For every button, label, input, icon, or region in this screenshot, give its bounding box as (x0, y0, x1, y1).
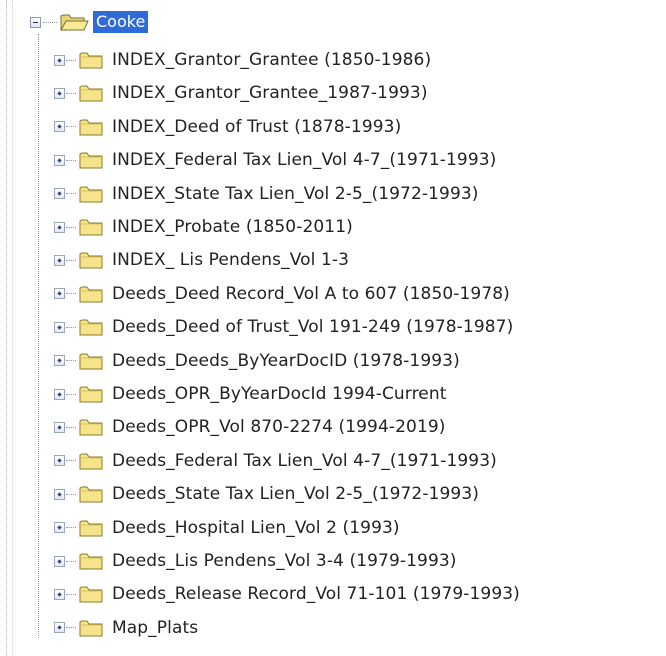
tree-root-node[interactable]: Cooke (30, 8, 149, 36)
tree-node-label[interactable]: Deeds_Deed of Trust_Vol 191-249 (1978-19… (112, 317, 513, 337)
expand-toggle-icon[interactable] (54, 522, 65, 534)
expand-toggle-icon[interactable] (54, 622, 65, 634)
tree-node-label[interactable]: Deeds_OPR_ByYearDocId 1994-Current (112, 384, 447, 404)
tree-node-label[interactable]: INDEX_Federal Tax Lien_Vol 4-7_(1971-199… (112, 150, 496, 170)
expand-toggle-icon[interactable] (54, 121, 65, 133)
folder-icon (78, 49, 104, 71)
tree-node[interactable]: Deeds_Federal Tax Lien_Vol 4-7_(1971-199… (54, 447, 497, 475)
folder-icon (78, 216, 104, 238)
folder-icon (78, 249, 104, 271)
tree-node[interactable]: Deeds_Release Record_Vol 71-101 (1979-19… (54, 580, 520, 608)
expand-toggle-icon[interactable] (54, 154, 65, 166)
tree-node-label[interactable]: Deeds_Hospital Lien_Vol 2 (1993) (112, 518, 400, 538)
tree-node-label[interactable]: INDEX_Grantor_Grantee (1850-1986) (112, 50, 431, 70)
expand-toggle-icon[interactable] (54, 87, 65, 99)
expand-toggle-icon[interactable] (54, 488, 65, 500)
expand-toggle-icon[interactable] (54, 54, 65, 66)
expand-toggle-icon[interactable] (54, 254, 65, 266)
expand-toggle-icon[interactable] (54, 321, 65, 333)
folder-icon (78, 116, 104, 138)
tree-node-label[interactable]: INDEX_State Tax Lien_Vol 2-5_(1972-1993) (112, 184, 479, 204)
tree-node-label[interactable]: Deeds_Deeds_ByYearDocID (1978-1993) (112, 351, 460, 371)
expand-toggle-icon[interactable] (54, 588, 65, 600)
folder-icon (78, 283, 104, 305)
tree-node-label[interactable]: Deeds_Deed Record_Vol A to 607 (1850-197… (112, 284, 510, 304)
folder-icon (78, 517, 104, 539)
tree-node[interactable]: Deeds_State Tax Lien_Vol 2-5_(1972-1993) (54, 480, 479, 508)
folder-icon (78, 550, 104, 572)
expand-toggle-icon[interactable] (54, 221, 65, 233)
folder-icon (78, 316, 104, 338)
folder-icon (78, 483, 104, 505)
folder-icon (78, 583, 104, 605)
tree-node-label[interactable]: INDEX_Probate (1850-2011) (112, 217, 353, 237)
tree-node[interactable]: Deeds_Lis Pendens_Vol 3-4 (1979-1993) (54, 547, 457, 575)
tree-node[interactable]: INDEX_Grantor_Grantee (1850-1986) (54, 46, 431, 74)
tree-root-label[interactable]: Cooke (93, 11, 149, 33)
tree-node[interactable]: INDEX_Federal Tax Lien_Vol 4-7_(1971-199… (54, 146, 496, 174)
folder-icon (78, 617, 104, 639)
tree-node-label[interactable]: INDEX_Deed of Trust (1878-1993) (112, 117, 401, 137)
folder-icon (78, 450, 104, 472)
tree-node-label[interactable]: INDEX_Grantor_Grantee_1987-1993) (112, 83, 428, 103)
tree-node[interactable]: Deeds_Deed of Trust_Vol 191-249 (1978-19… (54, 313, 513, 341)
tree-node-label[interactable]: Deeds_Federal Tax Lien_Vol 4-7_(1971-199… (112, 451, 497, 471)
folder-icon (78, 183, 104, 205)
left-border-line (6, 0, 9, 656)
open-folder-icon (59, 11, 89, 33)
left-border-line-inner (12, 0, 15, 656)
expand-toggle-icon[interactable] (54, 455, 65, 467)
expand-toggle-icon[interactable] (54, 355, 65, 367)
tree-node-label[interactable]: INDEX_ Lis Pendens_Vol 1-3 (112, 250, 349, 270)
tree-node-label[interactable]: Map_Plats (112, 618, 198, 638)
tree-node[interactable]: Deeds_Deed Record_Vol A to 607 (1850-197… (54, 280, 510, 308)
folder-icon (78, 416, 104, 438)
folder-icon (78, 149, 104, 171)
tree-node[interactable]: Deeds_OPR_ByYearDocId 1994-Current (54, 380, 447, 408)
folder-icon (78, 383, 104, 405)
folder-icon (78, 82, 104, 104)
tree-node[interactable]: Deeds_Hospital Lien_Vol 2 (1993) (54, 514, 400, 542)
tree-node[interactable]: INDEX_ Lis Pendens_Vol 1-3 (54, 246, 349, 274)
expand-toggle-icon[interactable] (54, 555, 65, 567)
tree-node-label[interactable]: Deeds_Release Record_Vol 71-101 (1979-19… (112, 584, 520, 604)
tree-node[interactable]: Map_Plats (54, 614, 198, 642)
tree-node-label[interactable]: Deeds_Lis Pendens_Vol 3-4 (1979-1993) (112, 551, 457, 571)
tree-node[interactable]: INDEX_Probate (1850-2011) (54, 213, 353, 241)
tree-node[interactable]: INDEX_State Tax Lien_Vol 2-5_(1972-1993) (54, 180, 479, 208)
expand-toggle-icon[interactable] (54, 421, 65, 433)
expand-toggle-icon[interactable] (54, 188, 65, 200)
expand-toggle-icon[interactable] (54, 388, 65, 400)
expand-toggle-icon[interactable] (54, 288, 65, 300)
tree-node[interactable]: INDEX_Grantor_Grantee_1987-1993) (54, 79, 428, 107)
tree-node[interactable]: INDEX_Deed of Trust (1878-1993) (54, 113, 401, 141)
collapse-toggle-icon[interactable] (30, 16, 41, 28)
tree-guide-line (38, 34, 39, 638)
folder-icon (78, 350, 104, 372)
tree-node[interactable]: Deeds_Deeds_ByYearDocID (1978-1993) (54, 347, 460, 375)
tree-node-label[interactable]: Deeds_OPR_Vol 870-2274 (1994-2019) (112, 417, 446, 437)
tree-node-label[interactable]: Deeds_State Tax Lien_Vol 2-5_(1972-1993) (112, 484, 479, 504)
tree-node[interactable]: Deeds_OPR_Vol 870-2274 (1994-2019) (54, 413, 446, 441)
